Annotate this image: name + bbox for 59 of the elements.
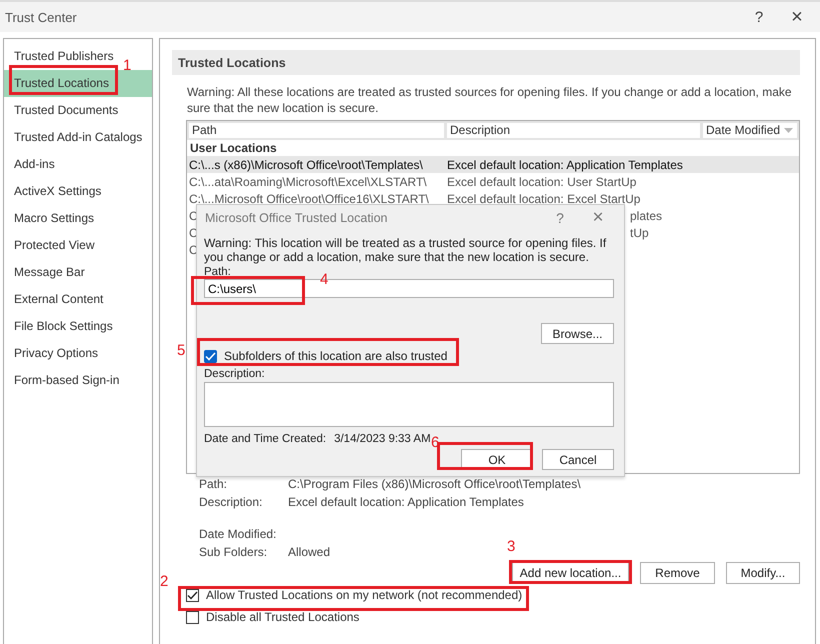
table-cell[interactable]: Excel default location: User StartUp <box>447 174 697 188</box>
detail-value: Excel default location: Application Templates <box>288 495 524 509</box>
sidebar-item[interactable]: Trusted Add-in Catalogs <box>4 130 142 145</box>
sidebar-item[interactable]: Form-based Sign-in <box>4 373 120 388</box>
table-row[interactable]: C:\...ata\Roaming\Microsoft\Excel\XLSTART\ Excel default location: User StartUp <box>187 173 799 190</box>
table-cell[interactable]: C:\...ata\Roaming\Microsoft\Excel\XLSTART\ <box>189 174 441 188</box>
sidebar-item[interactable]: Trusted Publishers <box>4 49 114 64</box>
table-cell[interactable]: tUp <box>630 226 649 240</box>
checkbox-label[interactable]: Allow Trusted Locations on my network (not recommended) <box>206 588 522 602</box>
step-number: 2 <box>160 574 168 590</box>
step-number: 1 <box>123 58 132 74</box>
created-label: Date and Time Created: <box>204 433 326 445</box>
window-title: Trust Center <box>5 10 77 24</box>
help-button[interactable]: ? <box>744 6 774 28</box>
step-number: 5 <box>177 343 186 359</box>
sidebar-item[interactable]: Privacy Options <box>4 346 98 361</box>
column-header[interactable]: Path <box>189 123 444 138</box>
sidebar-item[interactable]: ActiveX Settings <box>4 184 102 199</box>
table-cell[interactable]: C:\...s (x86)\Microsoft Office\root\Templates\ <box>189 158 441 172</box>
action-button[interactable]: Remove <box>640 562 715 584</box>
checkbox-label[interactable]: Disable all Trusted Locations <box>206 610 360 624</box>
action-button[interactable]: Modify... <box>726 562 800 584</box>
column-header[interactable]: Date Modified <box>703 123 797 138</box>
detail-label: Description: <box>199 495 264 509</box>
sidebar-item[interactable]: Macro Settings <box>4 211 94 226</box>
close-button[interactable]: × <box>586 207 610 229</box>
sidebar-item[interactable]: External Content <box>4 292 104 307</box>
sidebar-item[interactable]: Add-ins <box>4 157 55 172</box>
table-cell[interactable]: plates <box>630 208 662 222</box>
path-label: Path: <box>204 266 231 279</box>
step-number: 3 <box>507 539 516 555</box>
detail-label: Path: <box>199 477 228 491</box>
detail-value: C:\Program Files (x86)\Microsoft Office\root\Templates\ <box>288 477 581 491</box>
warning-text: Warning: All these locations are treated as trusted sources for opening files. If you change or add a location, make sure that the new location is secure. <box>187 84 793 116</box>
detail-label: Sub Folders: <box>199 545 268 559</box>
detail-value: Allowed <box>288 545 330 559</box>
help-button[interactable]: ? <box>548 210 572 226</box>
description-label: Description: <box>204 368 265 381</box>
sidebar-item[interactable]: Trusted Documents <box>4 103 118 118</box>
sidebar-item[interactable]: Message Bar <box>4 265 85 280</box>
table-row[interactable]: C:\...Microsoft Office\root\Office16\XLSTART\ Excel default location: Excel StartUp <box>187 190 799 207</box>
dialog-title: Microsoft Office Trusted Location <box>205 211 388 225</box>
sidebar-item[interactable]: File Block Settings <box>4 319 113 334</box>
table-cell[interactable]: Excel default location: Application Templates <box>447 158 697 172</box>
section-title: Trusted Locations <box>178 56 286 70</box>
detail-label: Date Modified: <box>199 527 278 541</box>
column-header[interactable]: Description <box>447 123 700 138</box>
sidebar-item[interactable]: Protected View <box>4 238 94 253</box>
group-heading: User Locations <box>189 141 278 156</box>
warning-text: Warning: This location will be treated as a trusted source for opening files. If you change or add a location, make sure that the new location is secure. <box>204 236 608 264</box>
cancel-button[interactable]: Cancel <box>542 449 614 470</box>
close-button[interactable]: × <box>782 6 812 28</box>
table-cell[interactable]: Excel default location: Excel StartUp <box>447 192 697 206</box>
table-row[interactable]: C:\...s (x86)\Microsoft Office\root\Templates\ Excel default location: Application Templates <box>187 156 799 173</box>
created-value: 3/14/2023 9:33 AM <box>334 433 431 445</box>
browse-button[interactable]: Browse... <box>541 323 614 344</box>
sidebar-item[interactable]: Trusted Locations <box>4 76 109 91</box>
checkbox-label[interactable]: Subfolders of this location are also trusted <box>224 349 448 363</box>
table-cell[interactable]: C:\...Microsoft Office\root\Office16\XLSTART\ <box>189 192 441 206</box>
